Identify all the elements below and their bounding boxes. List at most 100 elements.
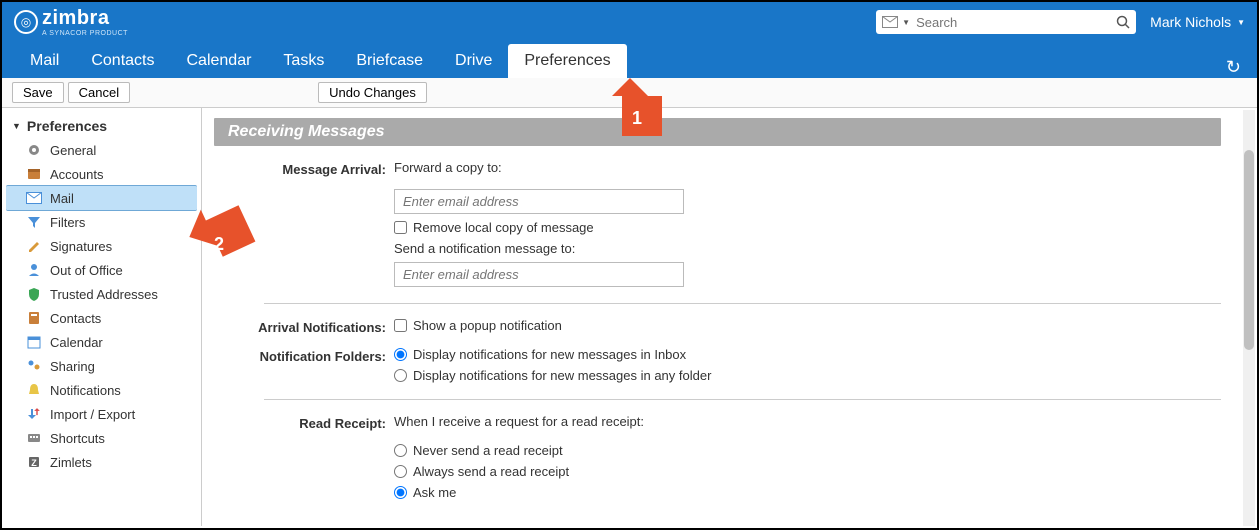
sidebar-label: Trusted Addresses [50,287,158,302]
nav-preferences[interactable]: Preferences [508,44,626,78]
signatures-icon [26,238,42,254]
sharing-icon [26,358,42,374]
notif-any-label: Display notifications for new messages i… [413,368,711,383]
notif-any-radio[interactable] [394,369,407,382]
notif-inbox-radio[interactable] [394,348,407,361]
calendar-icon [26,334,42,350]
sidebar-label: General [50,143,96,158]
gear-icon [26,142,42,158]
message-arrival-label: Message Arrival: [214,160,394,177]
filters-icon [26,214,42,230]
sidebar-label: Sharing [50,359,95,374]
contacts-icon [26,310,42,326]
section-heading: Receiving Messages [214,118,1221,146]
forward-copy-text: Forward a copy to: [394,160,1221,175]
sidebar-item-filters[interactable]: Filters [2,210,201,234]
chevron-down-icon: ▼ [1237,18,1245,27]
sidebar-label: Shortcuts [50,431,105,446]
receipt-never-label: Never send a read receipt [413,443,563,458]
receipt-always-radio[interactable] [394,465,407,478]
user-menu[interactable]: Mark Nichols ▼ [1150,14,1245,30]
mail-icon [26,190,42,206]
sidebar-label: Signatures [50,239,112,254]
sidebar-item-import-export[interactable]: Import / Export [2,402,201,426]
brand-tagline: A SYNACOR PRODUCT [42,30,128,37]
collapse-caret-icon: ▼ [12,121,21,131]
sidebar: ▼ Preferences General Accounts Mail Filt… [2,108,202,526]
user-name: Mark Nichols [1150,14,1231,30]
sidebar-label: Contacts [50,311,101,326]
sidebar-item-trusted[interactable]: Trusted Addresses [2,282,201,306]
out-of-office-icon [26,262,42,278]
nav-mail[interactable]: Mail [14,44,75,78]
nav-calendar[interactable]: Calendar [170,44,267,78]
shield-icon [26,286,42,302]
scrollbar-thumb[interactable] [1244,150,1254,350]
popup-notification-label: Show a popup notification [413,318,562,333]
sidebar-label: Mail [50,191,74,206]
receipt-never-radio[interactable] [394,444,407,457]
divider [264,303,1221,304]
scrollbar[interactable] [1243,110,1255,526]
chevron-down-icon[interactable]: ▼ [902,18,910,27]
sidebar-item-accounts[interactable]: Accounts [2,162,201,186]
sidebar-label: Import / Export [50,407,135,422]
remove-local-label: Remove local copy of message [413,220,594,235]
sidebar-label: Zimlets [50,455,92,470]
toolbar: Save Cancel Undo Changes [2,78,1257,108]
notification-folders-label: Notification Folders: [214,347,394,364]
read-receipt-intro: When I receive a request for a read rece… [394,414,1221,429]
sidebar-label: Filters [50,215,85,230]
sidebar-item-general[interactable]: General [2,138,201,162]
envelope-icon [882,16,902,28]
sidebar-item-mail[interactable]: Mail [6,185,197,211]
cancel-button[interactable]: Cancel [68,82,130,103]
receipt-always-label: Always send a read receipt [413,464,569,479]
sidebar-item-shortcuts[interactable]: Shortcuts [2,426,201,450]
sidebar-heading[interactable]: ▼ Preferences [2,114,201,138]
send-notification-text: Send a notification message to: [394,241,1221,256]
sidebar-label: Notifications [50,383,121,398]
content-pane: Receiving Messages Message Arrival: Forw… [202,108,1257,526]
search-box[interactable]: ▼ [876,10,1136,34]
sidebar-label: Out of Office [50,263,123,278]
sidebar-item-out-of-office[interactable]: Out of Office [2,258,201,282]
sidebar-item-signatures[interactable]: Signatures [2,234,201,258]
search-icon[interactable] [1116,15,1130,29]
top-bar: ◎ zimbra A SYNACOR PRODUCT ▼ Mark Nichol… [2,2,1257,42]
nav-briefcase[interactable]: Briefcase [340,44,439,78]
sidebar-item-contacts[interactable]: Contacts [2,306,201,330]
accounts-icon [26,166,42,182]
refresh-icon[interactable]: ↻ [1226,57,1241,78]
import-export-icon [26,406,42,422]
popup-notification-checkbox[interactable] [394,319,407,332]
sidebar-item-calendar[interactable]: Calendar [2,330,201,354]
save-button[interactable]: Save [12,82,64,103]
sidebar-title: Preferences [27,118,107,134]
receipt-ask-radio[interactable] [394,486,407,499]
nav-bar: Mail Contacts Calendar Tasks Briefcase D… [2,42,1257,78]
undo-changes-button[interactable]: Undo Changes [318,82,427,103]
read-receipt-label: Read Receipt: [214,414,394,431]
sidebar-item-zimlets[interactable]: Z Zimlets [2,450,201,474]
sidebar-item-notifications[interactable]: Notifications [2,378,201,402]
notification-email-input[interactable] [394,262,684,287]
notif-inbox-label: Display notifications for new messages i… [413,347,686,362]
remove-local-checkbox[interactable] [394,221,407,234]
logo-icon: ◎ [14,10,38,34]
arrival-notifications-label: Arrival Notifications: [214,318,394,335]
main-area: ▼ Preferences General Accounts Mail Filt… [2,108,1257,526]
nav-tasks[interactable]: Tasks [267,44,340,78]
zimlets-icon: Z [26,454,42,470]
shortcuts-icon [26,430,42,446]
bell-icon [26,382,42,398]
brand-logo: ◎ zimbra A SYNACOR PRODUCT [14,7,128,37]
forward-email-input[interactable] [394,189,684,214]
sidebar-item-sharing[interactable]: Sharing [2,354,201,378]
sidebar-label: Accounts [50,167,103,182]
svg-text:Z: Z [31,458,37,468]
nav-contacts[interactable]: Contacts [75,44,170,78]
search-input[interactable] [916,15,1116,30]
receipt-ask-label: Ask me [413,485,456,500]
nav-drive[interactable]: Drive [439,44,508,78]
